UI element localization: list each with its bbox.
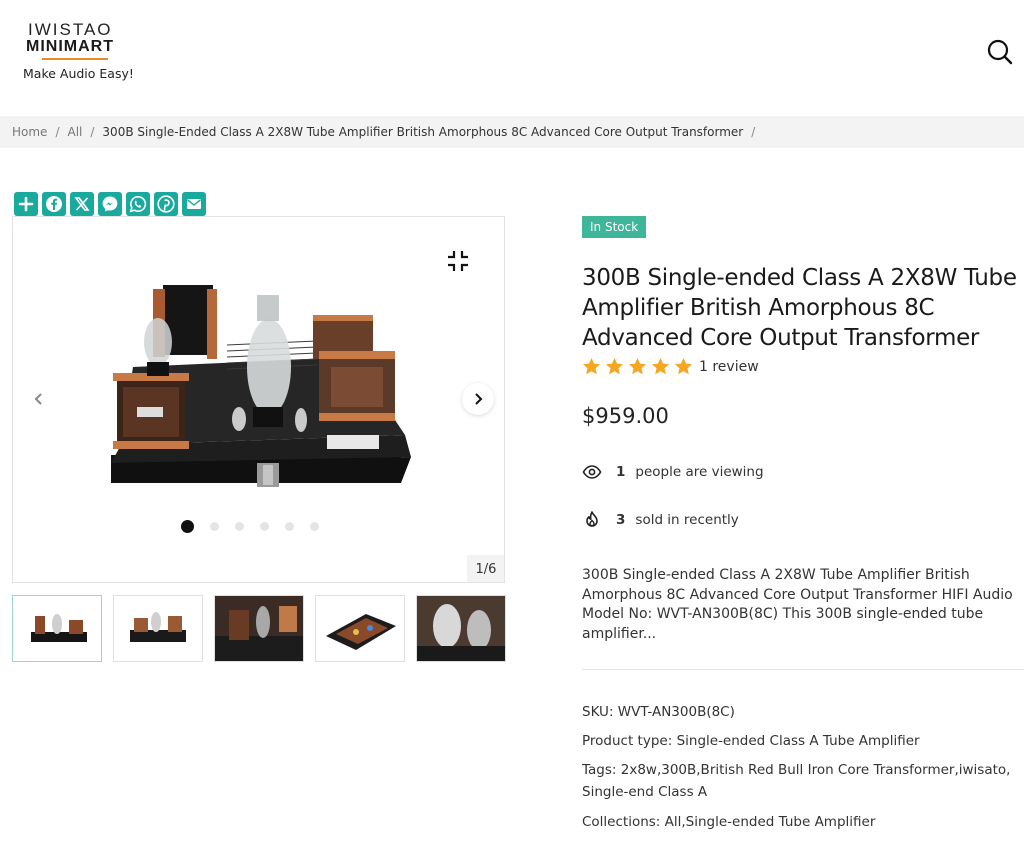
gallery-dot[interactable] (260, 522, 269, 531)
product-description: 300B Single-ended Class A 2X8W Tube Ampl… (582, 567, 1013, 642)
sold-count: 3 (616, 512, 626, 528)
gallery-next-button[interactable] (462, 383, 494, 415)
fullscreen-icon[interactable] (446, 249, 470, 273)
store-logo[interactable]: IWISTAO MINIMART Make Audio Easy! (22, 20, 134, 82)
breadcrumb-separator: / (55, 125, 60, 139)
logo-tagline: Make Audio Easy! (23, 66, 134, 81)
star-icon (651, 357, 670, 375)
star-icon (605, 357, 624, 375)
fire-icon (586, 511, 598, 527)
chevron-left-icon (34, 393, 42, 405)
sku-label: SKU: (582, 704, 614, 720)
rating[interactable]: 1 review (582, 357, 759, 376)
product-title: 300B Single-ended Class A 2X8W Tube Ampl… (582, 265, 1017, 351)
gallery-dot[interactable] (285, 522, 294, 531)
breadcrumb-all[interactable]: All (67, 125, 82, 139)
gallery-dot[interactable] (310, 522, 319, 531)
thumbnail-2[interactable] (113, 595, 203, 662)
tags-label: Tags: (582, 762, 617, 778)
breadcrumb-separator: / (751, 125, 756, 139)
gallery-dots (181, 520, 319, 533)
gallery-counter: 1/6 (467, 555, 504, 582)
meta-sku: SKU: WVT-AN300B(8C) (582, 701, 1012, 723)
breadcrumb-separator: / (90, 125, 95, 139)
collections-label: Collections: (582, 814, 661, 830)
whatsapp-icon[interactable] (126, 192, 150, 216)
breadcrumb: Home / All / 300B Single-Ended Class A 2… (0, 116, 1024, 148)
pinterest-icon[interactable] (154, 192, 178, 216)
thumbnail-4[interactable] (315, 595, 405, 662)
share-bar (14, 192, 206, 216)
product-type-link[interactable]: Single-ended Class A Tube Amplifier (677, 733, 920, 749)
viewing-count: 1 (616, 464, 626, 480)
meta-product-type: Product type: Single-ended Class A Tube … (582, 730, 1012, 752)
breadcrumb-current: 300B Single-Ended Class A 2X8W Tube Ampl… (102, 125, 744, 139)
collections-links[interactable]: All,Single-ended Tube Amplifier (665, 814, 876, 830)
divider (582, 669, 1024, 670)
thumbnail-3[interactable] (214, 595, 304, 662)
tags-links[interactable]: 2x8w,300B,British Red Bull Iron Core Tra… (582, 762, 1010, 800)
viewing-stat: 1 people are viewing (582, 462, 764, 482)
sold-text: sold in recently (635, 512, 739, 528)
product-price: $959.00 (582, 404, 669, 428)
thumbnail-5[interactable] (416, 595, 506, 662)
star-icon (628, 357, 647, 375)
eye-icon (582, 465, 602, 479)
product-type-label: Product type: (582, 733, 673, 749)
star-icon (674, 357, 693, 375)
email-icon[interactable] (182, 192, 206, 216)
chevron-right-icon (475, 393, 483, 405)
star-icon (582, 357, 601, 375)
gallery-prev-button[interactable] (23, 383, 55, 415)
viewing-text: people are viewing (635, 464, 764, 480)
gallery-dot[interactable] (235, 522, 244, 531)
gallery-dot[interactable] (210, 522, 219, 531)
facebook-icon[interactable] (42, 192, 66, 216)
sku-value: WVT-AN300B(8C) (617, 704, 735, 720)
review-count[interactable]: 1 review (699, 359, 759, 375)
meta-collections: Collections: All,Single-ended Tube Ampli… (582, 811, 1012, 833)
messenger-icon[interactable] (98, 192, 122, 216)
logo-text-top: IWISTAO (28, 20, 113, 39)
plus-icon[interactable] (14, 192, 38, 216)
sold-stat: 3 sold in recently (582, 510, 739, 530)
meta-tags: Tags: 2x8w,300B,British Red Bull Iron Co… (582, 759, 1012, 803)
breadcrumb-home[interactable]: Home (12, 125, 47, 139)
gallery-dot[interactable] (181, 520, 194, 533)
thumbnail-1[interactable] (12, 595, 102, 662)
product-gallery[interactable]: 1/6 (12, 216, 505, 583)
logo-text-bottom: MINIMART (26, 38, 114, 55)
search-icon[interactable] (986, 38, 1014, 66)
x-icon[interactable] (70, 192, 94, 216)
logo-underline (42, 58, 108, 60)
thumbnail-strip (12, 595, 506, 662)
stock-badge: In Stock (582, 216, 647, 238)
